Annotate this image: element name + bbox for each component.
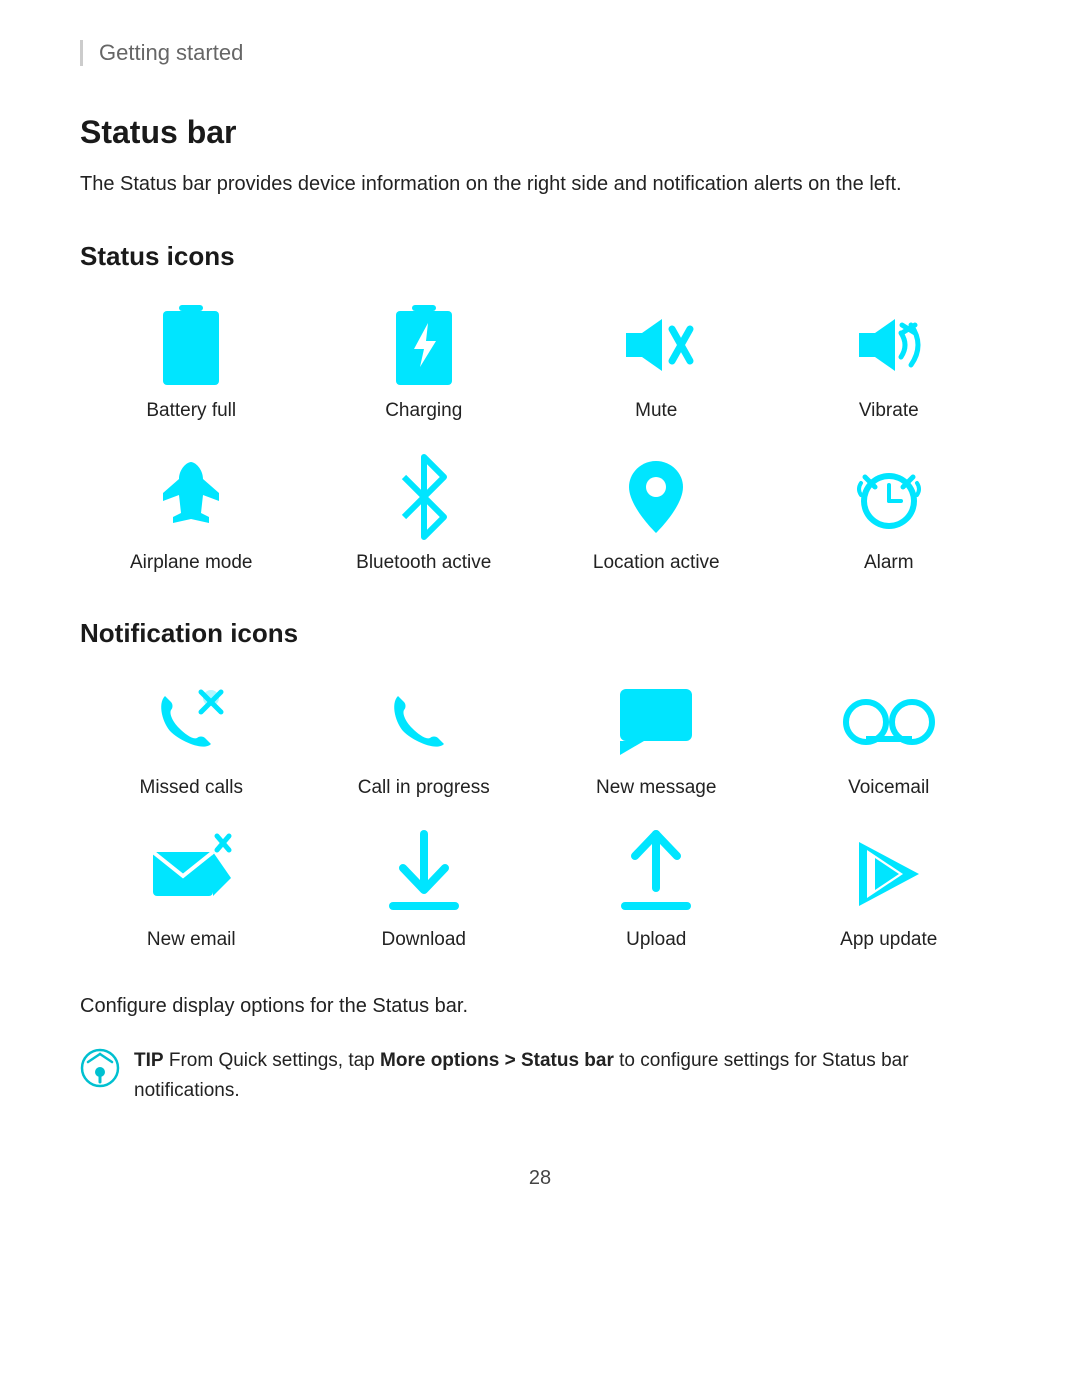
icon-battery-full: Battery full [80, 300, 303, 422]
icon-alarm: Alarm [778, 452, 1001, 574]
voicemail-label: Voicemail [848, 777, 929, 799]
voicemail-icon [844, 677, 934, 767]
icon-app-update: App update [778, 829, 1001, 951]
icon-mute: Mute [545, 300, 768, 422]
icon-download: Download [313, 829, 536, 951]
new-email-label: New email [147, 929, 236, 951]
status-icons-grid: Battery full Charging Mute [80, 300, 1000, 574]
tip-bold: More options > Status bar [380, 1050, 614, 1071]
missed-calls-label: Missed calls [140, 777, 243, 799]
mute-icon [611, 300, 701, 390]
download-label: Download [382, 929, 467, 951]
alarm-label: Alarm [864, 552, 914, 574]
upload-icon [611, 829, 701, 919]
icon-upload: Upload [545, 829, 768, 951]
notification-icons-heading: Notification icons [80, 618, 1000, 649]
icon-vibrate: Vibrate [778, 300, 1001, 422]
icon-bluetooth: Bluetooth active [313, 452, 536, 574]
icon-new-email: New email [80, 829, 303, 951]
icon-airplane: Airplane mode [80, 452, 303, 574]
vibrate-label: Vibrate [859, 400, 919, 422]
app-update-label: App update [840, 929, 937, 951]
tip-icon [80, 1048, 120, 1088]
icon-location: Location active [545, 452, 768, 574]
missed-calls-icon [146, 677, 236, 767]
configure-text: Configure display options for the Status… [80, 995, 1000, 1018]
charging-label: Charging [385, 400, 462, 422]
status-icons-heading: Status icons [80, 241, 1000, 272]
download-icon [379, 829, 469, 919]
new-message-icon [611, 677, 701, 767]
location-icon [611, 452, 701, 542]
icon-voicemail: Voicemail [778, 677, 1001, 799]
battery-full-icon [146, 300, 236, 390]
bluetooth-icon [379, 452, 469, 542]
section-description: The Status bar provides device informati… [80, 169, 1000, 199]
new-message-label: New message [596, 777, 716, 799]
app-update-icon [844, 829, 934, 919]
notification-icons-grid: Missed calls Call in progress New messag… [80, 677, 1000, 951]
page-number: 28 [80, 1167, 1000, 1190]
alarm-icon [844, 452, 934, 542]
charging-icon [379, 300, 469, 390]
icon-call-progress: Call in progress [313, 677, 536, 799]
breadcrumb: Getting started [80, 40, 1000, 66]
icon-missed-calls: Missed calls [80, 677, 303, 799]
call-progress-icon [379, 677, 469, 767]
battery-full-label: Battery full [146, 400, 236, 422]
location-label: Location active [593, 552, 720, 574]
bluetooth-label: Bluetooth active [356, 552, 491, 574]
call-progress-label: Call in progress [358, 777, 490, 799]
page-title: Status bar [80, 114, 1000, 151]
mute-label: Mute [635, 400, 677, 422]
tip-text: TIP From Quick settings, tap More option… [134, 1046, 1000, 1107]
new-email-icon [146, 829, 236, 919]
vibrate-icon [844, 300, 934, 390]
airplane-icon [146, 452, 236, 542]
upload-label: Upload [626, 929, 686, 951]
icon-charging: Charging [313, 300, 536, 422]
icon-new-message: New message [545, 677, 768, 799]
tip-box: TIP From Quick settings, tap More option… [80, 1046, 1000, 1107]
tip-prefix: TIP [134, 1050, 164, 1071]
airplane-label: Airplane mode [130, 552, 253, 574]
